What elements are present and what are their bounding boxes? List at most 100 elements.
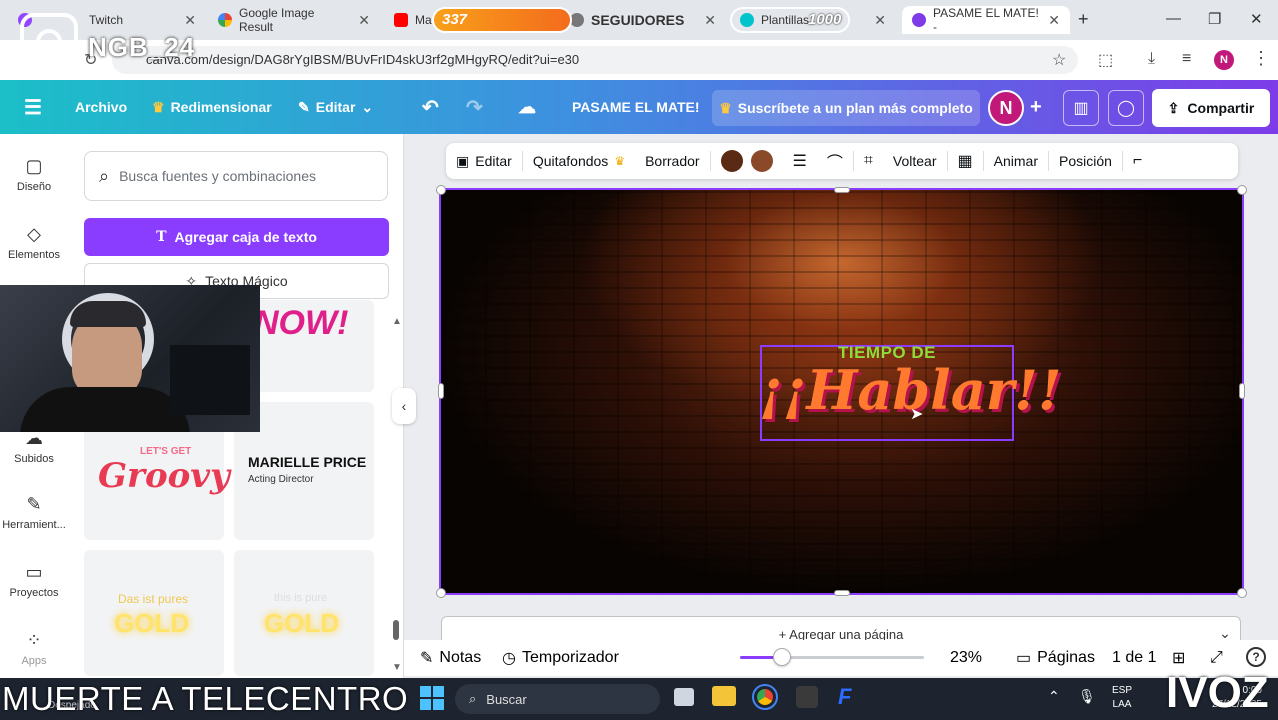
toolbar-label: Borrador [645, 153, 700, 169]
add-collaborator-icon[interactable]: + [1030, 80, 1042, 134]
tab-pasame-el-mate[interactable]: PASAME EL MATE! - ✕ [902, 6, 1070, 34]
close-icon[interactable]: ✕ [184, 12, 196, 29]
close-icon[interactable]: ✕ [704, 12, 716, 29]
goal-bar-1: 337 [432, 7, 572, 33]
resize-button[interactable]: ♛ Redimensionar [152, 80, 272, 134]
timer-button[interactable]: ◷ Temporizador [502, 640, 619, 676]
text-template-card[interactable]: this is pure GOLD [234, 550, 374, 676]
task-view-icon[interactable] [674, 688, 694, 706]
tab-seguidores[interactable]: SEGUIDORES ✕ [560, 6, 726, 34]
tab-google-image[interactable]: Google Image Result ✕ [208, 6, 380, 34]
profile-avatar[interactable]: N [1214, 50, 1234, 70]
collapse-panel-icon[interactable]: ‹ [392, 388, 416, 424]
pencil-icon: ✎ [298, 98, 310, 115]
zoom-value[interactable]: 23% [950, 640, 982, 676]
color-swatch[interactable] [750, 150, 773, 172]
close-icon[interactable]: ✕ [1048, 12, 1060, 29]
add-text-box-button[interactable]: T Agregar caja de texto [84, 218, 389, 256]
redo-icon[interactable]: ↷ [466, 80, 483, 134]
flip-button[interactable]: Voltear [883, 153, 947, 169]
template-text: this is pure [274, 592, 328, 604]
design-title[interactable]: PASAME EL MATE! [572, 80, 700, 134]
search-icon: ⌕ [469, 691, 477, 706]
rail-item-uploads[interactable]: ☁ Subidos [0, 428, 68, 465]
more-menu-icon[interactable]: ⋮ [1252, 48, 1270, 69]
download-icon[interactable]: ⤓ [1148, 50, 1155, 68]
rail-item-tools[interactable]: ✎ Herramient... [0, 494, 68, 531]
page-counter[interactable]: 1 de 1 [1112, 640, 1156, 676]
upgrade-plan-button[interactable]: ♛ Suscríbete a un plan más completo [712, 90, 980, 126]
text-template-card[interactable]: Das ist pures GOLD [84, 550, 224, 676]
file-explorer-icon[interactable] [712, 686, 736, 706]
tab-label: PASAME EL MATE! - [933, 6, 1039, 34]
taskbar-search[interactable]: ⌕ Buscar [455, 684, 660, 714]
crop-icon[interactable]: ⌗ [854, 152, 883, 170]
avatar[interactable]: N [988, 90, 1024, 126]
menu-icon[interactable]: ☰ [24, 80, 42, 134]
rail-item-design[interactable]: ▢ Diseño [0, 156, 68, 193]
transparency-icon[interactable]: ▦ [948, 151, 983, 171]
scrollbar-thumb[interactable] [393, 620, 399, 640]
url-bar[interactable]: canva.com/design/DAG8rYgIBSM/BUvFrID4skU… [112, 46, 1078, 74]
template-text: Das ist pures [118, 592, 189, 606]
microphone-icon[interactable]: 🎙 [1078, 688, 1096, 705]
pages-icon: ▭ [1016, 650, 1032, 667]
resize-handle[interactable] [1237, 185, 1247, 195]
resize-handle[interactable] [436, 185, 446, 195]
close-window-icon[interactable]: ✕ [1250, 10, 1263, 28]
new-tab-icon[interactable]: + [1078, 9, 1089, 30]
resize-handle[interactable] [834, 590, 850, 596]
comment-icon[interactable]: ◯ [1108, 90, 1144, 126]
resize-handle[interactable] [834, 187, 850, 193]
help-icon[interactable]: ? [1246, 647, 1266, 667]
border-style-icon[interactable]: ☰ [783, 151, 817, 171]
bg-remover-button[interactable]: Quitafondos ♛ [523, 153, 635, 169]
color-swatch[interactable] [720, 150, 743, 172]
file-menu[interactable]: Archivo [75, 80, 127, 134]
tray-chevron-icon[interactable]: ⌃ [1048, 688, 1060, 705]
goal-1-value: 337 [442, 11, 468, 28]
pages-label: Páginas [1037, 649, 1095, 666]
headline-text[interactable]: ¡¡Hablar!! [759, 358, 1062, 422]
timer-label: Temporizador [521, 649, 619, 666]
scroll-down-icon[interactable]: ▼ [392, 662, 402, 673]
maximize-icon[interactable]: ❐ [1208, 10, 1221, 28]
edit-mode-button[interactable]: ✎ Editar ⌄ [298, 80, 373, 134]
minimize-icon[interactable]: — [1166, 10, 1181, 27]
windows-start-icon[interactable] [420, 686, 444, 710]
language-indicator[interactable]: ESP LAA [1112, 684, 1132, 712]
design-canvas[interactable]: TIEMPO DE ¡¡Hablar!! ➤ [439, 188, 1244, 595]
chrome-icon[interactable] [752, 684, 778, 710]
pages-button[interactable]: ▭ Páginas [1016, 640, 1095, 676]
resize-handle[interactable] [1237, 588, 1247, 598]
resize-handle[interactable] [1239, 383, 1245, 399]
font-search-input[interactable]: ⌕ Busca fuentes y combinaciones [84, 151, 388, 201]
cloud-saved-icon[interactable]: ☁ [518, 80, 536, 134]
corner-rounding-icon[interactable]: ⌒ [817, 149, 853, 173]
edit-image-button[interactable]: ▣ Editar [446, 153, 522, 170]
rail-item-elements[interactable]: ◇ Elementos [0, 224, 68, 261]
rail-item-projects[interactable]: ▭ Proyectos [0, 562, 68, 599]
app-f-icon[interactable]: F [838, 684, 851, 710]
obs-icon[interactable] [796, 686, 818, 708]
media-icon[interactable]: ≡ [1182, 50, 1191, 68]
template-text: GOLD [114, 608, 190, 638]
animate-button[interactable]: Animar [984, 153, 1048, 169]
rail-item-apps[interactable]: ⁘ Apps [0, 630, 68, 667]
resize-handle[interactable] [438, 383, 444, 399]
extensions-icon[interactable]: ⬚ [1098, 50, 1113, 70]
scroll-up-icon[interactable]: ▲ [392, 316, 402, 327]
insights-icon[interactable]: ▥ [1063, 90, 1099, 126]
undo-icon[interactable]: ↶ [422, 80, 439, 134]
paint-roller-icon[interactable]: ⌐ [1123, 152, 1152, 170]
close-icon[interactable]: ✕ [358, 12, 370, 29]
bookmark-star-icon[interactable]: ☆ [1052, 50, 1066, 70]
eraser-button[interactable]: Borrador [635, 153, 709, 169]
profile-initial: N [1220, 54, 1228, 66]
resize-handle[interactable] [436, 588, 446, 598]
position-button[interactable]: Posición [1049, 153, 1122, 169]
share-label: Compartir [1187, 100, 1255, 116]
share-button[interactable]: ⇪ Compartir [1152, 89, 1270, 127]
close-icon[interactable]: ✕ [874, 12, 886, 29]
notes-button[interactable]: ✎ Notas [420, 640, 481, 676]
